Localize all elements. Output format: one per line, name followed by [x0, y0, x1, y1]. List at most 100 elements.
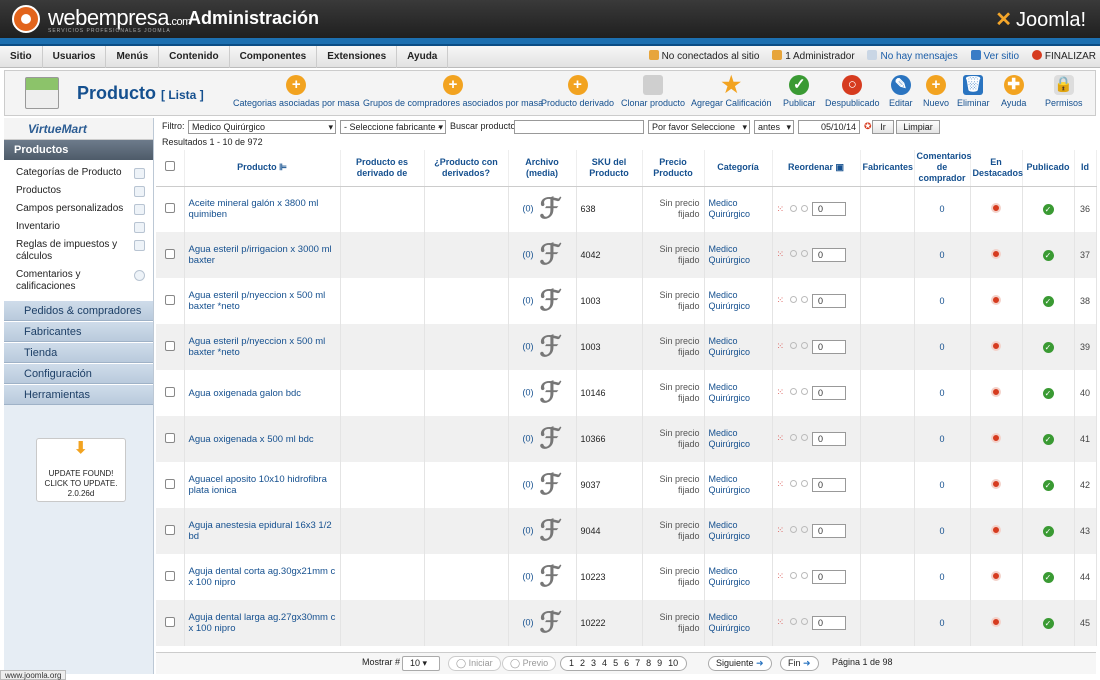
- row-checkbox[interactable]: [156, 324, 185, 370]
- featured-toggle[interactable]: [970, 186, 1023, 232]
- category-link[interactable]: Medico Quirúrgico: [704, 416, 773, 462]
- category-link[interactable]: Medico Quirúrgico: [704, 554, 773, 600]
- media-cell[interactable]: (0) ℱ: [508, 370, 577, 416]
- featured-toggle[interactable]: [970, 554, 1023, 600]
- row-checkbox[interactable]: [156, 232, 185, 278]
- order-input[interactable]: 0: [812, 478, 847, 492]
- logout-link[interactable]: FINALIZAR: [1031, 50, 1096, 62]
- col-featured[interactable]: En Destacados: [970, 150, 1023, 187]
- sidebar-item-categories[interactable]: Categorías de Producto: [4, 164, 153, 182]
- unpublish-button[interactable]: ○ Despublicado: [825, 75, 880, 108]
- order-up-icon[interactable]: [790, 204, 798, 212]
- page-1[interactable]: 1: [569, 658, 574, 668]
- add-rating-button[interactable]: ★ Agregar Calificación: [691, 74, 772, 109]
- media-cell[interactable]: (0) ℱ: [508, 508, 577, 554]
- category-link[interactable]: Medico Quirúrgico: [704, 186, 773, 232]
- drag-handle-icon[interactable]: ⁙: [777, 433, 785, 443]
- drag-handle-icon[interactable]: ⁙: [777, 525, 785, 535]
- sidebar-group-configuration[interactable]: Configuración: [4, 363, 153, 384]
- media-cell[interactable]: (0) ℱ: [508, 416, 577, 462]
- product-name-link[interactable]: Aguja dental larga ag.27gx30mm c x 100 n…: [184, 600, 341, 646]
- featured-toggle[interactable]: [970, 600, 1023, 646]
- page-10[interactable]: 10: [668, 658, 678, 668]
- order-down-icon[interactable]: [801, 204, 809, 212]
- save-order-icon[interactable]: ▣: [836, 162, 845, 172]
- sidebar-group-store[interactable]: Tienda: [4, 342, 153, 363]
- col-product[interactable]: Producto ⊫: [184, 150, 341, 187]
- sidebar-group-orders[interactable]: Pedidos & compradores: [4, 300, 153, 321]
- featured-toggle[interactable]: [970, 278, 1023, 324]
- sidebar-item-custom-fields[interactable]: Campos personalizados: [4, 200, 153, 218]
- media-cell[interactable]: (0) ℱ: [508, 278, 577, 324]
- product-name-link[interactable]: Agua oxigenada galon bdc: [184, 370, 341, 416]
- order-down-icon[interactable]: [801, 250, 809, 258]
- edit-button[interactable]: ✎ Editar: [889, 75, 913, 108]
- date-filter-select[interactable]: Por favor Seleccione: [648, 120, 750, 134]
- reviews-count[interactable]: 0: [914, 278, 971, 324]
- row-checkbox[interactable]: [156, 554, 185, 600]
- order-down-icon[interactable]: [801, 388, 809, 396]
- clone-product-button[interactable]: Clonar producto: [621, 75, 685, 108]
- featured-toggle[interactable]: [970, 416, 1023, 462]
- menu-ayuda[interactable]: Ayuda: [397, 46, 449, 68]
- product-name-link[interactable]: Agua esteril p/nyeccion x 500 ml baxter …: [184, 278, 341, 324]
- col-category[interactable]: Categoría: [704, 150, 773, 187]
- category-filter-select[interactable]: Medico Quirúrgico: [188, 120, 336, 134]
- mass-categories-button[interactable]: + Categorias asociadas por masa: [233, 75, 360, 108]
- published-toggle[interactable]: ✓: [1022, 278, 1075, 324]
- reviews-count[interactable]: 0: [914, 462, 971, 508]
- next-page-button[interactable]: Siguiente ➜: [708, 656, 772, 671]
- page-8[interactable]: 8: [646, 658, 651, 668]
- first-page-button[interactable]: ◯ Iniciar: [448, 656, 501, 671]
- previous-page-button[interactable]: ◯ Previo: [502, 656, 557, 671]
- reviews-count[interactable]: 0: [914, 416, 971, 462]
- menu-extensiones[interactable]: Extensiones: [317, 46, 398, 68]
- order-up-icon[interactable]: [790, 250, 798, 258]
- drag-handle-icon[interactable]: ⁙: [777, 617, 785, 627]
- published-toggle[interactable]: ✓: [1022, 370, 1075, 416]
- published-toggle[interactable]: ✓: [1022, 462, 1075, 508]
- order-down-icon[interactable]: [801, 480, 809, 488]
- reviews-count[interactable]: 0: [914, 554, 971, 600]
- page-3[interactable]: 3: [591, 658, 596, 668]
- reviews-count[interactable]: 0: [914, 600, 971, 646]
- order-input[interactable]: 0: [812, 294, 847, 308]
- messages-link[interactable]: No hay mensajes: [867, 50, 958, 62]
- menu-componentes[interactable]: Componentes: [230, 46, 318, 68]
- published-toggle[interactable]: ✓: [1022, 508, 1075, 554]
- order-up-icon[interactable]: [790, 388, 798, 396]
- category-link[interactable]: Medico Quirúrgico: [704, 232, 773, 278]
- col-published[interactable]: Publicado: [1022, 150, 1075, 187]
- product-name-link[interactable]: Agua esteril p/nyeccion x 500 ml baxter …: [184, 324, 341, 370]
- select-all-checkbox[interactable]: [156, 150, 185, 187]
- media-cell[interactable]: (0) ℱ: [508, 600, 577, 646]
- product-name-link[interactable]: Agua oxigenada x 500 ml bdc: [184, 416, 341, 462]
- menu-menus[interactable]: Menús: [106, 46, 160, 68]
- drag-handle-icon[interactable]: ⁙: [777, 295, 785, 305]
- featured-toggle[interactable]: [970, 232, 1023, 278]
- media-cell[interactable]: (0) ℱ: [508, 232, 577, 278]
- col-id[interactable]: Id: [1074, 150, 1097, 187]
- row-checkbox[interactable]: [156, 508, 185, 554]
- col-parent[interactable]: Producto es derivado de: [340, 150, 425, 187]
- order-up-icon[interactable]: [790, 618, 798, 626]
- publish-button[interactable]: ✓ Publicar: [783, 75, 816, 108]
- new-button[interactable]: + Nuevo: [923, 75, 949, 108]
- order-input[interactable]: 0: [812, 386, 847, 400]
- featured-toggle[interactable]: [970, 370, 1023, 416]
- media-cell[interactable]: (0) ℱ: [508, 462, 577, 508]
- page-4[interactable]: 4: [602, 658, 607, 668]
- page-2[interactable]: 2: [580, 658, 585, 668]
- view-site-link[interactable]: Ver sitio: [970, 50, 1019, 62]
- last-page-button[interactable]: Fin ➜: [780, 656, 819, 671]
- drag-handle-icon[interactable]: ⁙: [777, 341, 785, 351]
- row-checkbox[interactable]: [156, 416, 185, 462]
- order-input[interactable]: 0: [812, 570, 847, 584]
- permissions-button[interactable]: 🔒 Permisos: [1045, 75, 1083, 108]
- media-cell[interactable]: (0) ℱ: [508, 554, 577, 600]
- update-notice-button[interactable]: ⬇ UPDATE FOUND! CLICK TO UPDATE. 2.0.26d: [36, 438, 126, 502]
- category-link[interactable]: Medico Quirúrgico: [704, 370, 773, 416]
- order-down-icon[interactable]: [801, 572, 809, 580]
- date-input[interactable]: 05/10/14: [798, 120, 860, 134]
- col-media[interactable]: Archivo (media): [508, 150, 577, 187]
